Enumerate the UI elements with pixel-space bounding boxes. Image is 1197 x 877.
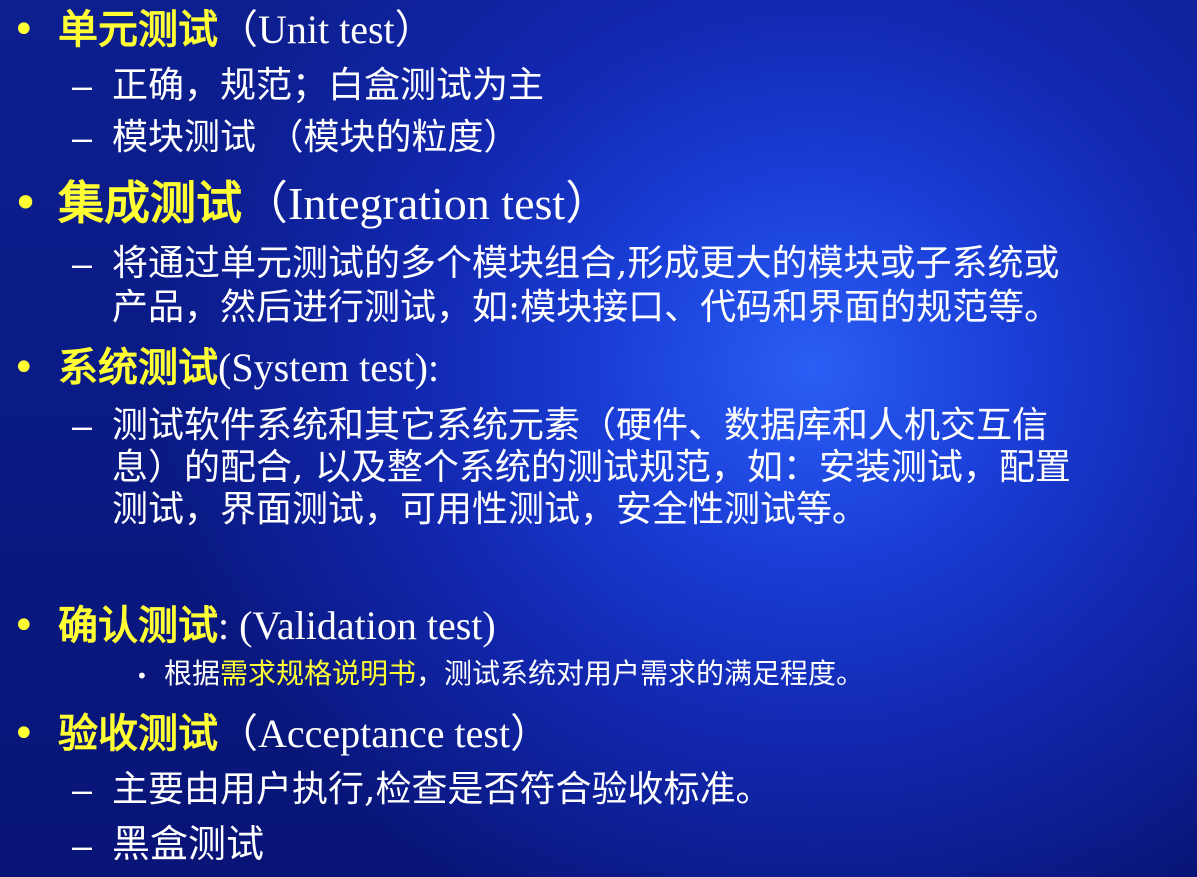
bullet-icon: • (12, 603, 36, 649)
requirements-spec: 需求规格说明书 (220, 657, 417, 690)
dash-icon: – (72, 769, 93, 810)
bullet-icon: • (12, 7, 36, 53)
keyword: 集成测试 (58, 176, 242, 230)
keyword: 系统测试 (58, 344, 218, 391)
dash-icon: – (72, 405, 93, 446)
bullet-icon: • (12, 345, 36, 391)
sub-item: 模块测试 （模块的粒度） (112, 117, 520, 158)
sub-item: 黑盒测试 (112, 822, 265, 866)
dash-icon: – (72, 117, 93, 158)
keyword: 验收测试 (58, 710, 218, 757)
keyword: 确认测试 (58, 602, 218, 649)
bullet-icon: • (12, 711, 36, 757)
sub-item: 主要由用户执行,检查是否符合验收标准。 (112, 769, 772, 810)
english-term: (System test): (218, 345, 440, 390)
sub-item: 测试软件系统和其它系统元素（硬件、数据库和人机交互信 (112, 405, 1049, 446)
sub-bullet-icon: • (136, 664, 148, 688)
english-term: （Integration test） (242, 178, 612, 229)
sub-suffix: ，测试系统对用户需求的满足程度。 (416, 657, 865, 690)
bullet-icon: • (12, 176, 40, 230)
slide: • 单元测试（Unit test） – 正确，规范；白盒测试为主 – 模块测试 … (0, 0, 1197, 877)
sub-item-continued: 产品，然后进行测试，如:模块接口、代码和界面的规范等。 (112, 287, 1061, 328)
heading-unit-test: 单元测试（Unit test） (58, 6, 435, 54)
sub-prefix: 根据 (164, 657, 221, 690)
english-term: （Unit test） (218, 7, 435, 52)
sub-item-continued: 测试，界面测试，可用性测试，安全性测试等。 (112, 489, 869, 530)
heading-system-test: 系统测试(System test): (58, 344, 439, 392)
keyword: 单元测试 (58, 6, 218, 53)
dash-icon: – (72, 243, 93, 284)
sub-item: 根据需求规格说明书，测试系统对用户需求的满足程度。 (164, 656, 864, 692)
english-term: : (Validation test) (218, 603, 496, 648)
heading-integration-test: 集成测试（Integration test） (58, 176, 611, 231)
sub-item: 将通过单元测试的多个模块组合,形成更大的模块或子系统或 (112, 243, 1060, 284)
dash-icon: – (72, 65, 93, 106)
heading-validation-test: 确认测试: (Validation test) (58, 602, 496, 650)
english-term: （Acceptance test） (218, 711, 551, 756)
sub-item: 正确，规范；白盒测试为主 (112, 65, 545, 106)
sub-item-continued: 息）的配合, 以及整个系统的测试规范，如：安装测试，配置 (112, 447, 1071, 488)
dash-icon: – (72, 825, 93, 866)
heading-acceptance-test: 验收测试（Acceptance test） (58, 710, 550, 758)
